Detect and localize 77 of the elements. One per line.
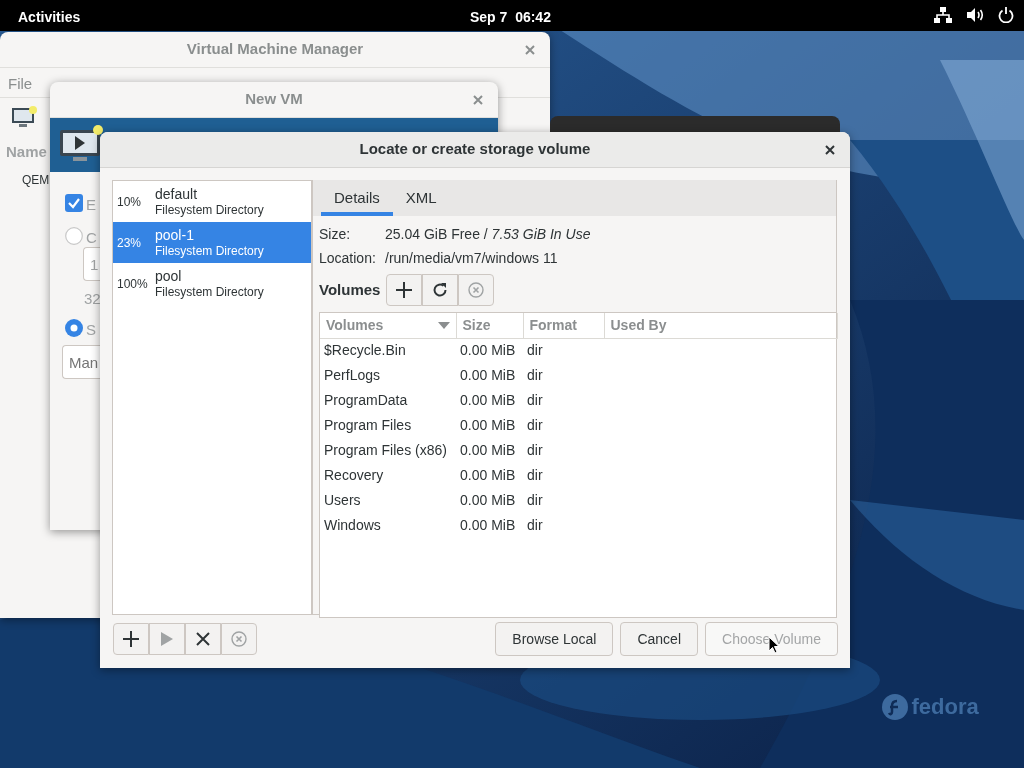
add-button[interactable] bbox=[113, 623, 149, 655]
section-label: Volumes bbox=[319, 279, 381, 300]
tab[interactable]: XML bbox=[392, 180, 450, 216]
add-button[interactable] bbox=[386, 274, 423, 306]
window-title: New VM bbox=[245, 89, 303, 110]
table-cell: $Recycle.Bin bbox=[320, 338, 456, 363]
delete-icon bbox=[468, 282, 485, 298]
table-cell-text: 0.00 MiB bbox=[459, 366, 517, 385]
clock[interactable]: Sep 7 06:42 bbox=[470, 7, 551, 28]
option-label: E bbox=[86, 195, 96, 215]
table-cell: dir bbox=[523, 338, 604, 363]
field-label: Location: bbox=[319, 248, 377, 268]
field-label: Size: bbox=[319, 224, 352, 244]
pool-name: pool-1 bbox=[155, 226, 195, 244]
option-label: S bbox=[86, 320, 96, 340]
close-icon[interactable] bbox=[825, 145, 835, 155]
table-cell-text: dir bbox=[526, 441, 544, 460]
monitor-icon[interactable] bbox=[11, 105, 39, 129]
delete-icon bbox=[231, 631, 247, 647]
stop-button[interactable] bbox=[185, 623, 221, 655]
option-label: C bbox=[86, 228, 97, 248]
stop-icon bbox=[196, 632, 210, 646]
add-icon bbox=[396, 282, 413, 298]
table-cell-text: dir bbox=[526, 491, 544, 510]
browse-button[interactable]: Browse Local bbox=[495, 622, 614, 656]
radio-button[interactable] bbox=[65, 319, 83, 337]
table-cell-text: Program Files (x86) bbox=[323, 441, 448, 460]
table-cell-text: Program Files bbox=[323, 416, 413, 435]
refresh-icon bbox=[432, 282, 449, 298]
table-cell-text: dir bbox=[526, 516, 544, 535]
activities-button[interactable]: Activities bbox=[18, 7, 81, 28]
fedora-logo-icon bbox=[882, 693, 908, 720]
table-cell-text: Users bbox=[323, 491, 362, 510]
network-icon[interactable] bbox=[934, 7, 952, 23]
table-cell-text: dir bbox=[526, 391, 544, 410]
cancel-button[interactable]: Cancel bbox=[620, 622, 698, 656]
play-icon bbox=[160, 631, 174, 647]
add-icon bbox=[123, 631, 139, 647]
table-cell: 0.00 MiB bbox=[456, 338, 523, 363]
pool-type: Filesystem Directory bbox=[155, 202, 264, 218]
power-icon[interactable] bbox=[998, 7, 1014, 23]
usage-text: 10% bbox=[117, 193, 143, 211]
table-cell-text: 0.00 MiB bbox=[459, 491, 517, 510]
table-cell-text: 0.00 MiB bbox=[459, 441, 517, 460]
table-cell-text: PerfLogs bbox=[323, 366, 382, 385]
pool-name: pool bbox=[155, 267, 183, 285]
logo-text: fedora bbox=[911, 693, 979, 721]
table-cell-text: dir bbox=[526, 416, 544, 435]
checkbox[interactable] bbox=[65, 194, 83, 212]
volume-icon[interactable] bbox=[966, 7, 984, 23]
pool-name: default bbox=[155, 185, 199, 203]
pool-type: Filesystem Directory bbox=[155, 243, 264, 259]
tab[interactable]: Details bbox=[321, 180, 393, 216]
size-text: 32 bbox=[84, 289, 101, 309]
vm-name: QEM bbox=[22, 172, 50, 189]
input-field[interactable]: Man bbox=[62, 345, 100, 379]
column-title: Volumes bbox=[326, 315, 384, 335]
usage-text: 100% bbox=[117, 275, 149, 293]
pool-type: Filesystem Directory bbox=[155, 284, 264, 300]
sort-caret-icon bbox=[437, 321, 450, 329]
dialog-title: Locate or create storage volume bbox=[359, 139, 591, 160]
table-cell-text: dir bbox=[526, 466, 544, 485]
radio-button[interactable] bbox=[65, 227, 83, 245]
table-cell-text: 0.00 MiB bbox=[459, 516, 517, 535]
table-cell-text: ProgramData bbox=[323, 391, 409, 410]
refresh-button[interactable] bbox=[422, 274, 459, 306]
table-cell-text: 0.00 MiB bbox=[459, 391, 517, 410]
usage-text: 23% bbox=[117, 234, 143, 252]
column-header: Name bbox=[6, 142, 47, 162]
location-value: /run/media/vm7/windows 11 bbox=[385, 248, 558, 268]
table-cell-text: dir bbox=[526, 366, 544, 385]
table-cell-text: Recovery bbox=[323, 466, 385, 485]
table-cell-text: 0.00 MiB bbox=[459, 416, 517, 435]
window-title: Virtual Machine Manager bbox=[186, 39, 364, 60]
table-cell-text: Windows bbox=[323, 516, 382, 535]
table-cell-text: 0.00 MiB bbox=[459, 466, 517, 485]
size-value: 25.04 GiB Free / 7.53 GiB In Use bbox=[385, 224, 591, 244]
